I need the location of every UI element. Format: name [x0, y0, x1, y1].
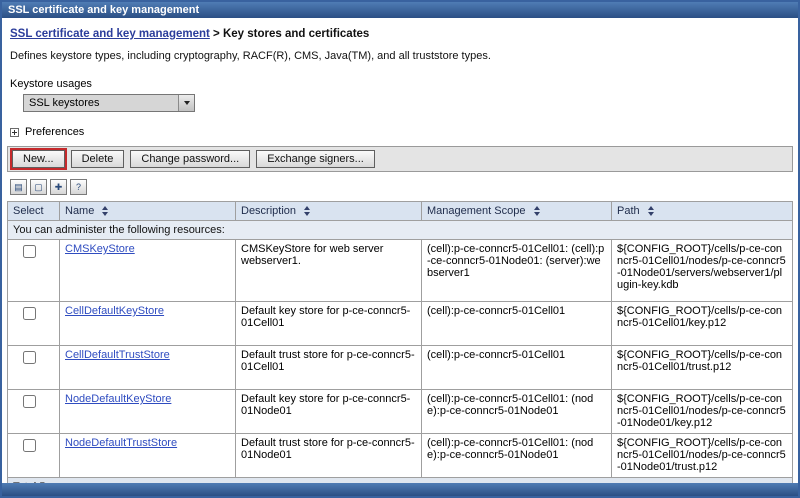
path-cell: ${CONFIG_ROOT}/cells/p-ce-conncr5-01Cell…: [612, 346, 793, 390]
select-cell: [8, 302, 60, 346]
select-cell: [8, 346, 60, 390]
select-all-icon[interactable]: ▤: [10, 179, 27, 195]
row-checkbox[interactable]: [23, 351, 36, 364]
breadcrumb-current: Key stores and certificates: [223, 28, 369, 40]
breadcrumb-separator: >: [210, 28, 223, 40]
breadcrumb-link[interactable]: SSL certificate and key management: [10, 28, 210, 40]
select-cell: [8, 434, 60, 478]
expand-icon[interactable]: [10, 128, 19, 137]
change-password-button[interactable]: Change password...: [130, 150, 250, 168]
column-label: Description: [241, 205, 296, 217]
keystore-link[interactable]: CellDefaultKeyStore: [65, 305, 164, 317]
row-checkbox[interactable]: [23, 307, 36, 320]
scope-cell: (cell):p-ce-conncr5-01Cell01: [422, 302, 612, 346]
column-label: Management Scope: [427, 205, 525, 217]
table-row: CellDefaultKeyStore Default key store fo…: [8, 302, 793, 346]
keystore-link[interactable]: NodeDefaultKeyStore: [65, 393, 171, 405]
table-row: CellDefaultTrustStore Default trust stor…: [8, 346, 793, 390]
breadcrumb: SSL certificate and key management > Key…: [10, 28, 790, 40]
keystore-link[interactable]: CellDefaultTrustStore: [65, 349, 170, 361]
description-cell: Default trust store for p-ce-conncr5-01C…: [236, 346, 422, 390]
row-checkbox[interactable]: [23, 245, 36, 258]
column-label: Path: [617, 205, 640, 217]
scope-cell: (cell):p-ce-conncr5-01Cell01: (node):p-c…: [422, 390, 612, 434]
keystore-link[interactable]: CMSKeyStore: [65, 243, 135, 255]
window-title-bar: SSL certificate and key management: [2, 2, 798, 18]
table-caption: You can administer the following resourc…: [8, 221, 793, 240]
window-title: SSL certificate and key management: [8, 4, 199, 16]
select-cell: [8, 240, 60, 302]
chevron-down-icon: [184, 101, 190, 105]
console-window: SSL certificate and key management SSL c…: [0, 0, 800, 498]
window-bottom-bar: [2, 483, 798, 496]
table-row: NodeDefaultKeyStore Default key store fo…: [8, 390, 793, 434]
dropdown-arrow-button[interactable]: [178, 95, 194, 111]
exchange-signers-button[interactable]: Exchange signers...: [256, 150, 375, 168]
sort-icon[interactable]: [102, 206, 108, 216]
show-filter-icon[interactable]: ✚: [50, 179, 67, 195]
action-button-bar: New... Delete Change password... Exchang…: [7, 146, 793, 172]
column-header-name[interactable]: Name: [60, 202, 236, 221]
page-content: SSL certificate and key management > Key…: [2, 18, 798, 483]
description-cell: Default key store for p-ce-conncr5-01Cel…: [236, 302, 422, 346]
table-body: CMSKeyStore CMSKeyStore for web server w…: [8, 240, 793, 478]
path-cell: ${CONFIG_ROOT}/cells/p-ce-conncr5-01Cell…: [612, 390, 793, 434]
name-cell: NodeDefaultKeyStore: [60, 390, 236, 434]
help-icon[interactable]: ?: [70, 179, 87, 195]
path-cell: ${CONFIG_ROOT}/cells/p-ce-conncr5-01Cell…: [612, 240, 793, 302]
keystores-table: Select Name Description Management Scope: [7, 201, 793, 483]
keystore-usages-value: SSL keystores: [24, 97, 178, 109]
column-header-description[interactable]: Description: [236, 202, 422, 221]
name-cell: CellDefaultTrustStore: [60, 346, 236, 390]
name-cell: CMSKeyStore: [60, 240, 236, 302]
keystore-usages-label: Keystore usages: [10, 78, 790, 90]
description-cell: Default key store for p-ce-conncr5-01Nod…: [236, 390, 422, 434]
column-label: Select: [13, 205, 44, 217]
description-cell: CMSKeyStore for web server webserver1.: [236, 240, 422, 302]
select-cell: [8, 390, 60, 434]
row-checkbox[interactable]: [23, 439, 36, 452]
table-icon-toolbar: ▤▢✚?: [10, 179, 790, 195]
path-cell: ${CONFIG_ROOT}/cells/p-ce-conncr5-01Cell…: [612, 302, 793, 346]
sort-icon[interactable]: [304, 206, 310, 216]
row-checkbox[interactable]: [23, 395, 36, 408]
sort-icon[interactable]: [534, 206, 540, 216]
scope-cell: (cell):p-ce-conncr5-01Cell01: (cell):p-c…: [422, 240, 612, 302]
preferences-label: Preferences: [25, 126, 84, 138]
page-description: Defines keystore types, including crypto…: [10, 50, 790, 62]
new-button[interactable]: New...: [12, 150, 65, 168]
name-cell: NodeDefaultTrustStore: [60, 434, 236, 478]
table-row: CMSKeyStore CMSKeyStore for web server w…: [8, 240, 793, 302]
preferences-toggle[interactable]: Preferences: [10, 126, 790, 138]
name-cell: CellDefaultKeyStore: [60, 302, 236, 346]
path-cell: ${CONFIG_ROOT}/cells/p-ce-conncr5-01Cell…: [612, 434, 793, 478]
sort-icon[interactable]: [648, 206, 654, 216]
table-header-row: Select Name Description Management Scope: [8, 202, 793, 221]
column-header-path[interactable]: Path: [612, 202, 793, 221]
scope-cell: (cell):p-ce-conncr5-01Cell01: [422, 346, 612, 390]
table-caption-row: You can administer the following resourc…: [8, 221, 793, 240]
column-label: Name: [65, 205, 94, 217]
description-cell: Default trust store for p-ce-conncr5-01N…: [236, 434, 422, 478]
keystore-usages-select[interactable]: SSL keystores: [23, 94, 195, 112]
keystore-link[interactable]: NodeDefaultTrustStore: [65, 437, 177, 449]
column-header-select: Select: [8, 202, 60, 221]
column-header-scope[interactable]: Management Scope: [422, 202, 612, 221]
delete-button[interactable]: Delete: [71, 150, 125, 168]
table-row: NodeDefaultTrustStore Default trust stor…: [8, 434, 793, 478]
scope-cell: (cell):p-ce-conncr5-01Cell01: (node):p-c…: [422, 434, 612, 478]
deselect-all-icon[interactable]: ▢: [30, 179, 47, 195]
